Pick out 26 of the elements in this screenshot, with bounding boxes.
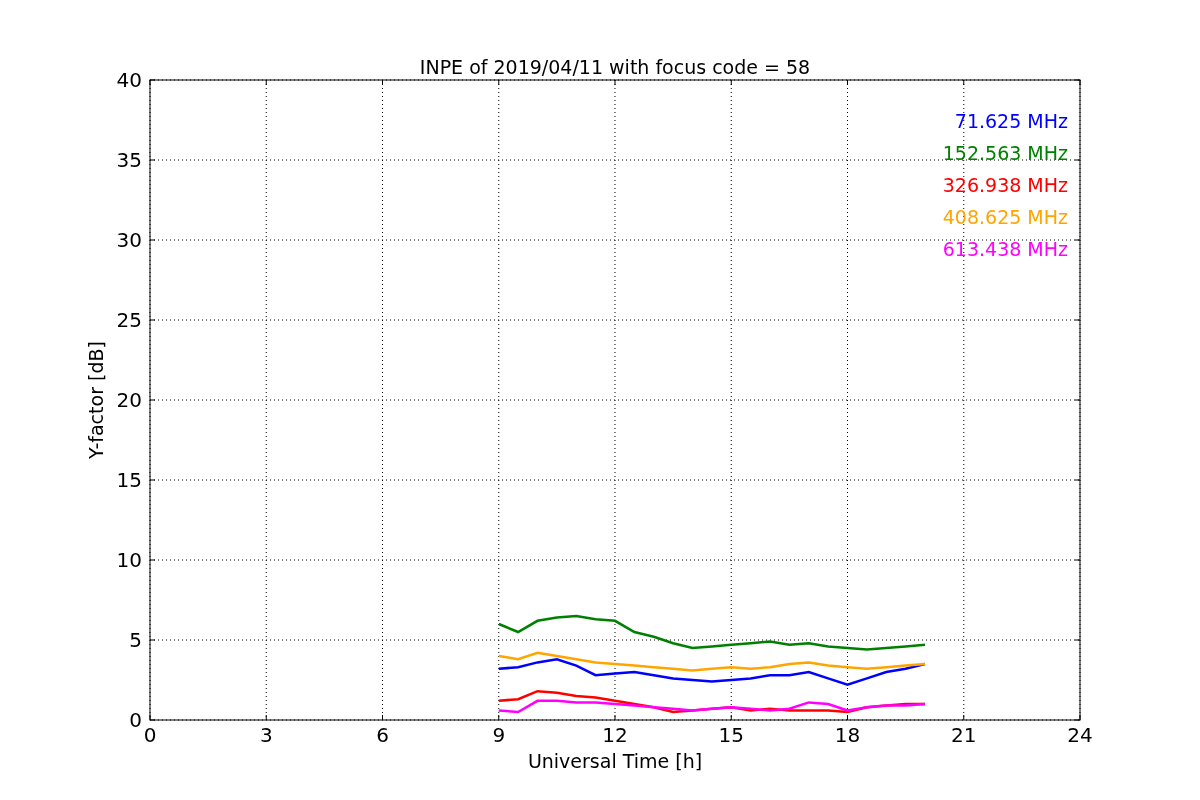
legend-entry: 408.625 MHz (942, 206, 1068, 228)
y-axis-label: Y-factor [dB] (85, 341, 107, 459)
tick-label: 40 (116, 68, 142, 92)
tick-label: 0 (143, 723, 157, 747)
tick-label: 18 (834, 723, 861, 747)
tick-label: 30 (116, 228, 142, 252)
tick-label: 35 (116, 148, 142, 172)
tick-label: 0 (129, 708, 142, 732)
tick-label: 15 (718, 723, 744, 747)
legend-entry: 152.563 MHz (942, 142, 1068, 164)
legend-entry: 613.438 MHz (942, 238, 1068, 260)
legend-entry: 326.938 MHz (942, 174, 1068, 196)
x-axis-label: Universal Time [h] (527, 750, 703, 772)
tick-label: 12 (602, 723, 628, 747)
tick-label: 5 (129, 628, 142, 652)
tick-label: 3 (259, 723, 273, 747)
tick-label: 20 (116, 388, 142, 412)
legend-entry: 71.625 MHz (954, 110, 1068, 132)
tick-label: 10 (116, 548, 142, 572)
chart-title: INPE of 2019/04/11 with focus code = 58 (419, 56, 811, 78)
tick-label: 9 (492, 723, 506, 747)
tick-label: 6 (376, 723, 389, 747)
tick-label: 24 (1067, 723, 1093, 747)
tick-label: 21 (951, 723, 977, 747)
tick-label: 25 (116, 308, 142, 332)
tick-label: 15 (116, 468, 142, 492)
